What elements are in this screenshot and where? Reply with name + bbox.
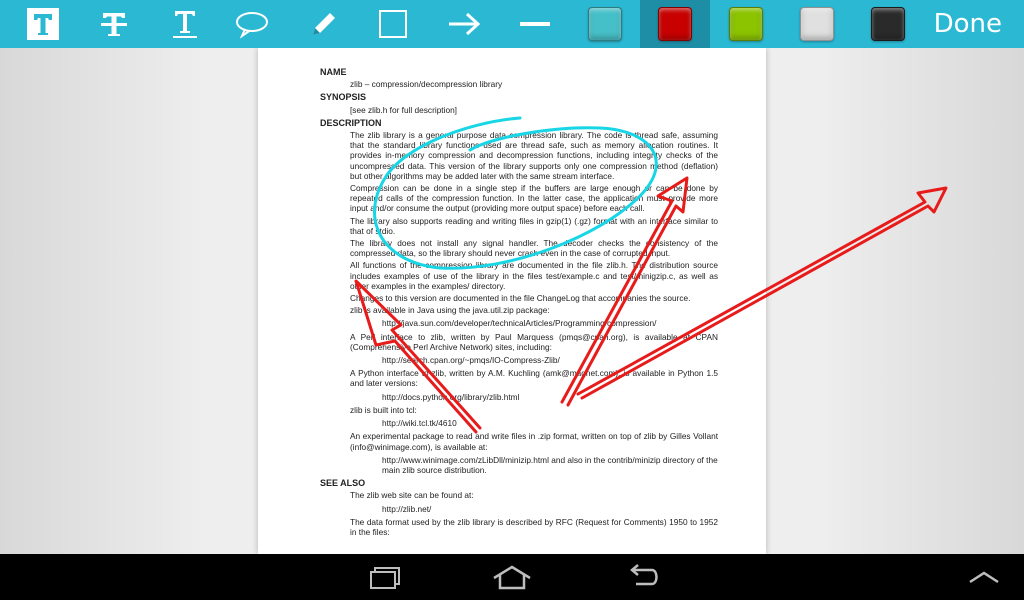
color-swatch-cyan[interactable] (575, 0, 635, 48)
paragraph: The zlib library is a general purpose da… (350, 130, 718, 181)
done-button[interactable]: Done (934, 8, 1002, 40)
color-swatch-red[interactable] (640, 0, 710, 48)
section-heading-synopsis: SYNOPSIS (320, 92, 367, 103)
url-text: http://java.sun.com/developer/technicalA… (382, 318, 657, 329)
section-heading-description: DESCRIPTION (320, 117, 382, 128)
back-button[interactable] (612, 560, 672, 594)
annotation-toolbar: Done (0, 0, 1024, 48)
section-heading-see-also: SEE ALSO (320, 478, 366, 489)
document-viewer[interactable]: NAME zlib – compression/decompression li… (0, 48, 1024, 554)
color-swatch-white[interactable] (787, 0, 847, 48)
line-tool[interactable] (505, 0, 565, 48)
paragraph: The zlib web site can be found at: (350, 490, 474, 501)
arrow-tool[interactable] (434, 0, 494, 48)
text-bold-tool[interactable] (13, 0, 73, 48)
rectangle-tool[interactable] (363, 0, 423, 48)
line-icon (520, 22, 550, 26)
color-swatch-green[interactable] (716, 0, 776, 48)
paragraph: The library also supports reading and wr… (350, 215, 718, 236)
color-swatch-black[interactable] (858, 0, 918, 48)
paragraph: A Python interface to zlib, written by A… (350, 368, 718, 389)
pencil-icon (313, 13, 335, 35)
swatch-black (871, 7, 905, 41)
paragraph: zlib is built into tcl: (350, 404, 417, 415)
underline-icon (173, 11, 197, 38)
swatch-cyan (588, 7, 622, 41)
name-text: zlib – compression/decompression library (350, 79, 503, 90)
menu-up-icon (969, 571, 999, 584)
paragraph: An experimental package to read and writ… (350, 431, 718, 452)
paragraph: All functions of the compression library… (350, 260, 718, 291)
paragraph: zlib is available in Java using the java… (350, 305, 550, 316)
recent-apps-button[interactable] (353, 560, 413, 594)
menu-up-button[interactable] (954, 560, 1014, 594)
rectangle-icon (379, 10, 407, 38)
recent-apps-icon (370, 567, 400, 589)
underline-tool[interactable] (155, 0, 215, 48)
home-button[interactable] (482, 560, 542, 594)
paragraph: A Perl interface to zlib, written by Pau… (350, 331, 718, 352)
paragraph: Compression can be done in a single step… (350, 183, 718, 214)
paragraph: Changes to this version are documented i… (350, 293, 691, 304)
speech-bubble-icon (236, 12, 268, 39)
url-text: http://search.cpan.org/~pmqs/IO-Compress… (382, 355, 560, 366)
note-tool[interactable] (222, 0, 282, 48)
synopsis-text: [see zlib.h for full description] (350, 104, 457, 115)
url-text: http://wiki.tcl.tk/4610 (382, 418, 457, 429)
system-navigation-bar (0, 554, 1024, 600)
back-icon (630, 564, 658, 586)
paragraph: The data format used by the zlib library… (350, 516, 718, 537)
swatch-red (658, 7, 692, 41)
document-page[interactable]: NAME zlib – compression/decompression li… (258, 48, 766, 554)
url-text: http://www.winimage.com/zLibDll/minizip.… (382, 454, 718, 475)
home-icon (493, 565, 531, 590)
url-text: http://docs.python.org/library/zlib.html (382, 391, 520, 402)
paragraph: The library does not install any signal … (350, 238, 718, 259)
arrow-icon (449, 12, 481, 36)
url-text: http://zlib.net/ (382, 503, 432, 514)
document-content: NAME zlib – compression/decompression li… (320, 64, 718, 537)
text-bold-icon (27, 8, 59, 40)
swatch-white (800, 7, 834, 41)
section-heading-name: NAME (320, 67, 347, 77)
swatch-green (729, 7, 763, 41)
strikethrough-icon (101, 13, 127, 36)
strikethrough-tool[interactable] (84, 0, 144, 48)
pencil-tool[interactable] (294, 0, 354, 48)
